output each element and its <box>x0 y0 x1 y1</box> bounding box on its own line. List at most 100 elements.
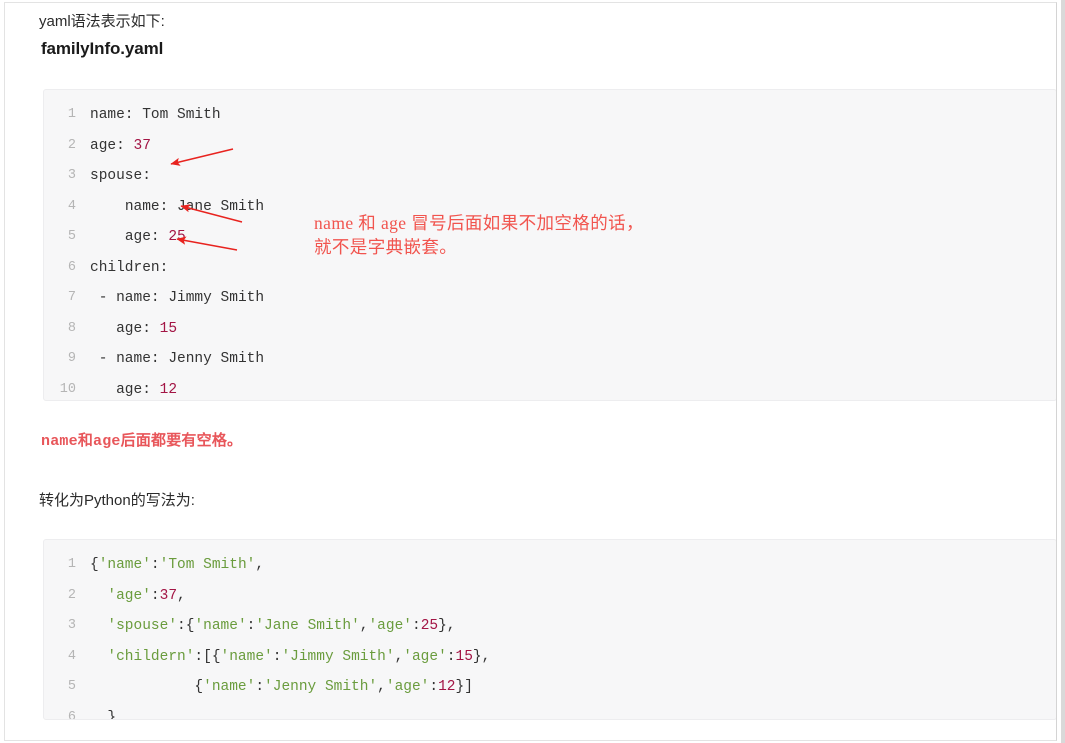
line-number: 9 <box>67 351 76 366</box>
code-line: 3 spouse: <box>44 161 1056 192</box>
code-line-text: } <box>90 703 117 720</box>
code-line-text: age: 25 <box>90 222 186 253</box>
yaml-value: 12 <box>150 381 178 398</box>
code-line-text: spouse: <box>90 161 151 192</box>
code-line: 2 age: 37 <box>44 131 1056 162</box>
code-line: 3 'spouse':{'name':'Jane Smith','age':25… <box>44 611 1056 642</box>
code-token: :[{ <box>194 648 221 665</box>
code-token: 25 <box>420 618 439 634</box>
line-number: 5 <box>67 229 76 244</box>
code-token: 'spouse' <box>107 618 178 634</box>
yaml-key: - name: <box>98 351 160 367</box>
page-frame: yaml语法表示如下: familyInfo.yaml 1 name: Tom S… <box>4 2 1057 741</box>
code-token: 'age' <box>368 618 412 634</box>
code-line: 9 - name: Jenny Smith <box>44 344 1056 375</box>
line-number: 2 <box>67 137 76 153</box>
code-line-text: age: 12 <box>90 375 178 401</box>
code-line-text: {'name':'Jenny Smith','age':12}] <box>90 672 473 703</box>
line-number: 2 <box>67 587 76 603</box>
line-number: 10 <box>59 381 76 397</box>
line-number: 3 <box>67 618 76 633</box>
note-tail: 后面都要有空格。 <box>120 432 243 449</box>
python-code-block[interactable]: 1 {'name':'Tom Smith', 2 'age':37, 3 'spous… <box>43 539 1056 720</box>
code-line-text: 'age':37, <box>90 581 186 612</box>
code-token: , <box>394 648 404 665</box>
yaml-value: Jimmy Smith <box>159 290 265 306</box>
code-token: : <box>150 587 160 604</box>
code-token: , <box>255 557 265 573</box>
code-token: 'age' <box>107 587 151 604</box>
yaml-value: 37 <box>124 137 151 154</box>
line-number: 3 <box>67 168 76 183</box>
code-token: : <box>150 557 160 573</box>
yaml-key: age: <box>116 320 151 337</box>
note-conjunction: 和 <box>77 432 94 449</box>
code-line: 2 'age':37, <box>44 581 1056 612</box>
yaml-value: Tom Smith <box>133 107 221 123</box>
note-key-name: name <box>41 433 78 450</box>
code-line-text: name: Jane Smith <box>90 192 264 223</box>
code-line-text: age: 37 <box>90 131 151 162</box>
python-intro-paragraph: 转化为Python的写法为: <box>39 492 195 509</box>
red-warning-note: name和age后面都要有空格。 <box>41 429 242 450</box>
code-token: 'Jane Smith' <box>255 618 360 634</box>
code-token: 'Jimmy Smith' <box>281 648 395 665</box>
intro-paragraph: yaml语法表示如下: <box>39 13 165 30</box>
yaml-key: age: <box>116 381 151 398</box>
code-line-text: children: <box>90 253 168 284</box>
line-number: 8 <box>67 320 76 336</box>
code-line: 1 {'name':'Tom Smith', <box>44 550 1056 581</box>
python-code-rows: 1 {'name':'Tom Smith', 2 'age':37, 3 'spous… <box>44 540 1056 720</box>
yaml-key: age: <box>124 229 160 245</box>
yaml-value: Jenny Smith <box>159 351 265 367</box>
code-line: 1 name: Tom Smith <box>44 100 1056 131</box>
code-token: { <box>194 679 204 695</box>
code-line: 7 - name: Jimmy Smith <box>44 283 1056 314</box>
code-token: 'Jenny Smith' <box>264 679 378 695</box>
code-token: { <box>90 557 99 573</box>
code-token: : <box>429 679 439 695</box>
code-token: 'name' <box>203 679 256 695</box>
line-number: 1 <box>67 557 76 572</box>
code-token: :{ <box>177 618 195 634</box>
code-line-text: 'spouse':{'name':'Jane Smith','age':25}, <box>90 611 456 642</box>
line-number: 5 <box>67 679 76 694</box>
red-annotation-text: name 和 age 冒号后面如果不加空格的话， 就不是字典嵌套。 <box>314 213 644 257</box>
code-line: 4 'childern':[{'name': 'Jimmy Smith','age… <box>44 642 1056 673</box>
line-number: 6 <box>67 259 76 275</box>
code-line: 10 age: 12 <box>44 375 1056 401</box>
yaml-key: name: <box>90 107 134 123</box>
code-token: 37 <box>159 587 178 604</box>
code-token: 'name' <box>220 648 273 665</box>
code-token: 'age' <box>403 648 447 665</box>
code-token: 12 <box>438 679 456 695</box>
code-token: }, <box>438 618 456 634</box>
code-token: 'childern' <box>107 648 195 665</box>
code-line-text: age: 15 <box>90 314 177 345</box>
code-token: 15 <box>455 648 473 665</box>
note-key-age: age <box>93 433 121 450</box>
code-line: 6 } <box>44 703 1056 720</box>
code-token: , <box>177 587 186 604</box>
code-line-text: - name: Jenny Smith <box>90 344 264 375</box>
yaml-key: name: <box>124 198 169 215</box>
code-token: 'name' <box>194 618 247 634</box>
code-line-text: 'childern':[{'name':'Jimmy Smith','age':… <box>90 642 490 673</box>
yaml-key: age: <box>90 137 125 154</box>
yaml-key: - name: <box>98 290 160 306</box>
file-name-heading: familyInfo.yaml <box>41 39 164 58</box>
code-line: 5 {'name':'Jenny Smith','age':12}] <box>44 672 1056 703</box>
code-token: : <box>412 618 421 634</box>
yaml-value: Jane Smith <box>168 198 265 215</box>
code-token: 'name' <box>98 557 151 573</box>
code-token: : <box>446 648 456 665</box>
code-token: 'age' <box>385 679 430 695</box>
code-token: }] <box>455 679 473 695</box>
code-line-text: {'name':'Tom Smith', <box>90 550 264 581</box>
code-token: } <box>107 709 117 720</box>
